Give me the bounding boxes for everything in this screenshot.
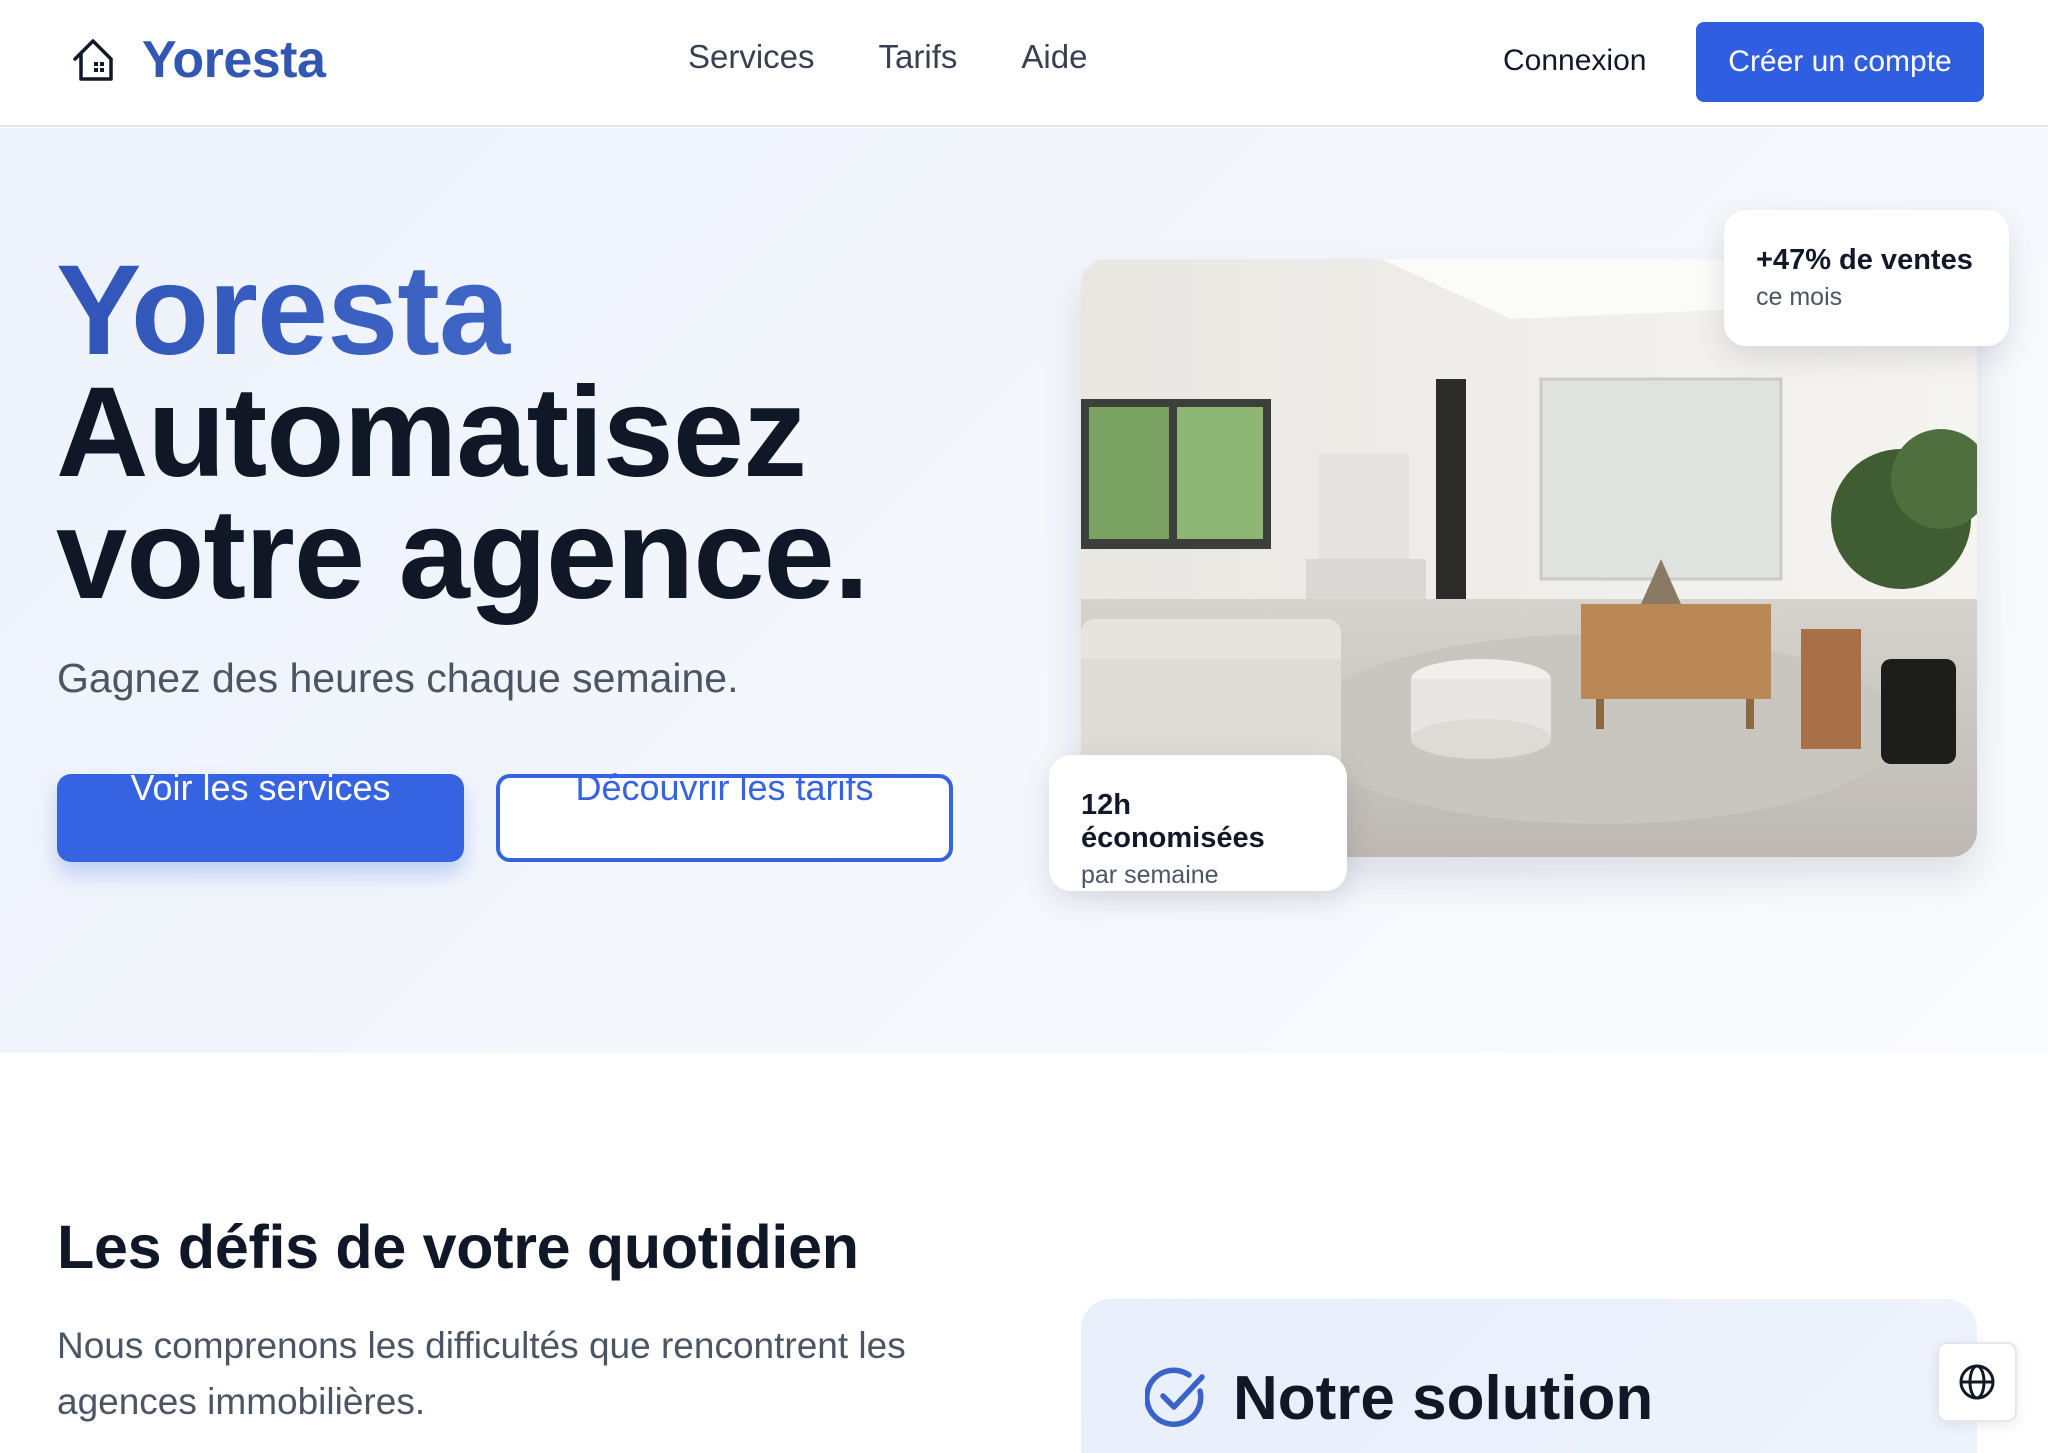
hours-stat-caption: par semaine: [1081, 861, 1219, 889]
solution-card: Notre solution: [1081, 1299, 1977, 1453]
discover-pricing-button[interactable]: Découvrir les tarifs: [496, 767, 953, 862]
brand-name: Yoresta: [142, 31, 326, 89]
language-button[interactable]: [1937, 1342, 2017, 1422]
hero-subtitle: Gagnez des heures chaque semaine.: [57, 655, 739, 701]
sales-stat-card: +47% de ventes ce mois: [1724, 210, 2009, 346]
hero-line-2: votre agence.: [56, 483, 869, 626]
hours-stat-card: 12h économisées par semaine: [1049, 755, 1347, 891]
site-header: Yoresta Services Tarifs Aide Connexion C…: [0, 0, 2048, 127]
hero-line-1: Automatisez: [56, 361, 807, 504]
nav-tarifs[interactable]: Tarifs: [879, 38, 958, 76]
globe-icon: [1959, 1364, 1995, 1400]
sales-stat-value: +47% de ventes: [1756, 244, 1973, 276]
nav-services[interactable]: Services: [688, 38, 815, 76]
hero-section: Yoresta Automatisez votre agence. Gagnez…: [0, 128, 2048, 1053]
hero-brand: Yoresta: [56, 247, 868, 375]
sales-stat-caption: ce mois: [1756, 283, 1843, 311]
challenges-title: Les défis de votre quotidien: [57, 1213, 859, 1281]
check-circle-icon: [1145, 1367, 1205, 1427]
view-services-button[interactable]: Voir les services: [57, 767, 464, 862]
hero-title: Yoresta Automatisez votre agence.: [56, 247, 869, 626]
house-icon: [73, 39, 113, 81]
nav-aide[interactable]: Aide: [1021, 38, 1087, 76]
discover-pricing-label: Découvrir les tarifs: [575, 767, 874, 808]
hours-stat-value: 12h économisées: [1081, 789, 1265, 854]
login-link[interactable]: Connexion: [1503, 44, 1646, 78]
solution-title: Notre solution: [1233, 1364, 1654, 1433]
logo[interactable]: Yoresta: [70, 30, 326, 90]
view-services-label: Voir les services: [130, 767, 391, 808]
main-nav: Services Tarifs Aide: [688, 38, 1087, 76]
signup-button[interactable]: Créer un compte: [1696, 22, 1984, 102]
challenges-subtitle: Nous comprenons les difficultés que renc…: [57, 1325, 906, 1422]
